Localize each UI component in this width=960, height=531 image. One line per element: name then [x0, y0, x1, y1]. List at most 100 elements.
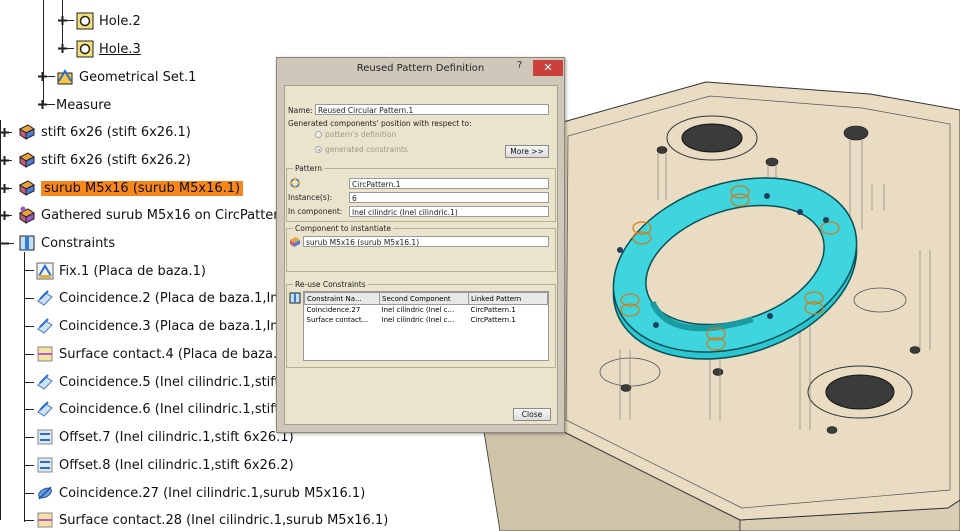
tree-node-label: Geometrical Set.1	[79, 69, 197, 85]
tree-node-label: stift 6x26 (stift 6x26.2)	[41, 152, 191, 168]
tree-node-label: Fix.1 (Placa de baza.1)	[59, 263, 206, 279]
column-constraint-name[interactable]: Constraint Na...	[304, 292, 380, 305]
table-header-row: Constraint Na... Second Component Linked…	[304, 292, 548, 305]
component-icon	[19, 180, 35, 196]
tree-node-offset-8[interactable]: Offset.8 (Inel cilindric.1,stift 6x26.2)	[36, 454, 294, 476]
cell: CircPattern.1	[470, 316, 516, 324]
constraints-table[interactable]: Constraint Na... Second Component Linked…	[303, 291, 549, 361]
tree-node-stift-1[interactable]: stift 6x26 (stift 6x26.1)	[18, 121, 191, 143]
constraints-icon	[289, 292, 301, 304]
coincidence-constraint-icon	[37, 401, 53, 417]
table-row[interactable]: Surface contact... Inel cilindric (Inel …	[305, 315, 548, 325]
cell: Inel cilindric (Inel c...	[381, 316, 455, 324]
instances-label: Instance(s):	[288, 193, 333, 202]
tree-node-surub-selected[interactable]: surub M5x16 (surub M5x16.1)	[18, 177, 244, 199]
offset-constraint-icon	[37, 457, 53, 473]
tree-node-coincidence-5[interactable]: Coincidence.5 (Inel cilindric.1,stift 6	[36, 371, 292, 393]
tree-node-constraints[interactable]: Constraints	[18, 232, 115, 254]
close-button[interactable]: Close	[513, 408, 551, 421]
tree-node-label: Surface contact.28 (Inel cilindric.1,sur…	[59, 512, 389, 528]
expand-plus-icon[interactable]	[38, 100, 47, 109]
component-icon	[19, 152, 35, 168]
in-component-field[interactable]: Inel cilindric (Inel cilindric.1)	[349, 206, 549, 217]
reuse-constraints-title: Re-use Constraints	[293, 280, 368, 289]
expand-plus-icon[interactable]	[58, 16, 67, 25]
tree-node-hole-3[interactable]: Hole.3	[76, 38, 141, 60]
tree-node-label: Offset.7 (Inel cilindric.1,stift 6x26.1)	[59, 429, 294, 445]
component-to-instantiate-field[interactable]: surub M5x16 (surub M5x16.1)	[303, 236, 549, 247]
component-group-title: Component to instantiate	[293, 224, 394, 233]
hole-feature-icon	[76, 40, 94, 58]
tree-node-label: surub M5x16 (surub M5x16.1)	[41, 180, 244, 196]
dialog-title-bar[interactable]: Reused Pattern Definition ? ✕	[277, 58, 564, 82]
generated-constraints-radio[interactable]	[315, 146, 322, 153]
gathered-component-icon	[19, 206, 35, 224]
geometrical-set-icon	[57, 69, 73, 85]
expand-plus-icon[interactable]	[0, 184, 9, 193]
component-icon	[19, 124, 35, 140]
surface-contact-icon	[37, 512, 53, 528]
tree-node-offset-7[interactable]: Offset.7 (Inel cilindric.1,stift 6x26.1)	[36, 426, 294, 448]
collapse-minus-icon[interactable]	[0, 239, 9, 248]
coincidence-constraint-icon	[37, 290, 53, 306]
close-window-button[interactable]: ✕	[533, 60, 563, 76]
pattern-definition-radio[interactable]	[315, 131, 322, 138]
coincidence-axis-icon	[38, 486, 52, 500]
name-label: Name:	[288, 106, 313, 115]
tree-node-label: stift 6x26 (stift 6x26.1)	[41, 124, 191, 140]
cell: Surface contact...	[306, 316, 369, 324]
tree-node-surface-contact-4[interactable]: Surface contact.4 (Placa de baza.1,I	[36, 343, 293, 365]
tree-node-label: Hole.3	[99, 41, 141, 57]
tree-node-coincidence-2[interactable]: Coincidence.2 (Placa de baza.1,Inel	[36, 287, 290, 309]
column-linked-pattern[interactable]: Linked Pattern	[468, 292, 548, 305]
tree-node-gathered-surub[interactable]: Gathered surub M5x16 on CircPattern	[18, 204, 287, 226]
catia-viewport[interactable]: Hole.2 Hole.3 Geometrical Set.1 Measure …	[0, 0, 960, 531]
tree-node-label: Coincidence.5 (Inel cilindric.1,stift 6	[59, 374, 293, 390]
dialog-body: Name: Reused Circular Pattern.1 Generate…	[284, 85, 558, 425]
name-field[interactable]: Reused Circular Pattern.1	[315, 104, 549, 115]
tree-node-coincidence-27[interactable]: Coincidence.27 (Inel cilindric.1,surub M…	[36, 482, 365, 504]
tree-node-label: Coincidence.3 (Placa de baza.1,Inel	[59, 318, 291, 334]
surface-contact-icon	[37, 346, 53, 362]
table-row[interactable]: Coincidence.27 Inel cilindric (Inel c...…	[305, 305, 548, 316]
tree-node-fix-1[interactable]: Fix.1 (Placa de baza.1)	[36, 260, 206, 282]
cell: Coincidence.27	[306, 306, 361, 314]
pattern-definition-option-label: pattern's definition	[325, 130, 397, 139]
tree-node-coincidence-6[interactable]: Coincidence.6 (Inel cilindric.1,stift 6	[36, 398, 292, 420]
tree-node-label: Offset.8 (Inel cilindric.1,stift 6x26.2)	[59, 457, 294, 473]
tree-node-label: Surface contact.4 (Placa de baza.1,I	[59, 346, 294, 362]
component-group	[286, 228, 556, 272]
tree-node-label: Measure	[56, 97, 112, 113]
expand-plus-icon[interactable]	[0, 211, 9, 220]
tree-node-hole-2[interactable]: Hole.2	[76, 10, 141, 32]
tree-node-label: Coincidence.27 (Inel cilindric.1,surub M…	[59, 485, 366, 501]
tree-node-coincidence-3[interactable]: Coincidence.3 (Placa de baza.1,Inel	[36, 315, 290, 337]
generated-constraints-option-label: generated constraints	[325, 145, 408, 154]
tree-node-measure[interactable]: Measure	[56, 94, 111, 116]
expand-plus-icon[interactable]	[58, 44, 67, 53]
tree-node-label: Gathered surub M5x16 on CircPattern	[41, 207, 287, 223]
tree-node-label: Constraints	[41, 235, 116, 251]
expand-plus-icon[interactable]	[38, 72, 47, 81]
hole-feature-icon	[76, 12, 94, 30]
tree-node-stift-2[interactable]: stift 6x26 (stift 6x26.2)	[18, 149, 191, 171]
tree-node-label: Coincidence.6 (Inel cilindric.1,stift 6	[59, 401, 293, 417]
position-label: Generated components' position with resp…	[288, 119, 472, 128]
tree-node-geometrical-set[interactable]: Geometrical Set.1	[56, 66, 196, 88]
tree-node-label: Coincidence.2 (Placa de baza.1,Inel	[59, 290, 291, 306]
component-icon	[290, 237, 300, 247]
tree-node-surface-contact-28[interactable]: Surface contact.28 (Inel cilindric.1,sur…	[36, 509, 388, 531]
reused-pattern-dialog[interactable]: Reused Pattern Definition ? ✕ Name: Reus…	[276, 57, 565, 433]
cell: CircPattern.1	[470, 306, 516, 314]
instances-field[interactable]: 6	[349, 192, 549, 203]
more-button[interactable]: More >>	[505, 145, 549, 158]
help-button[interactable]: ?	[517, 60, 522, 71]
expand-plus-icon[interactable]	[0, 128, 9, 137]
column-second-component[interactable]: Second Component	[379, 292, 469, 305]
pattern-field[interactable]: CircPattern.1	[349, 178, 549, 189]
cell: Inel cilindric (Inel c...	[381, 306, 455, 314]
coincidence-constraint-icon	[37, 318, 53, 334]
in-component-label: In component:	[288, 207, 343, 216]
expand-plus-icon[interactable]	[0, 156, 9, 165]
circular-pattern-icon	[289, 177, 301, 189]
